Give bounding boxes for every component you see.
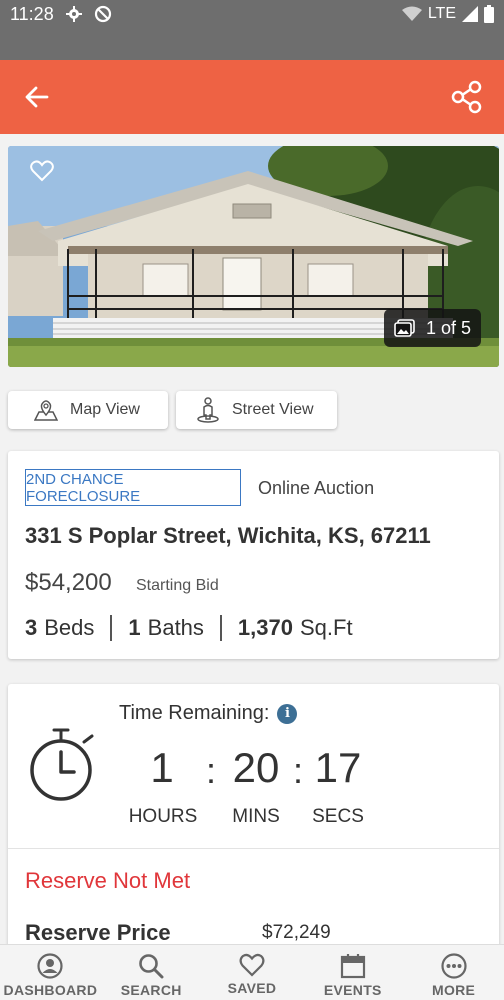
sqft-value: 1,370 bbox=[237, 615, 293, 640]
beds-value: 3 bbox=[25, 615, 38, 640]
dashboard-user-icon bbox=[37, 953, 63, 979]
hours-label: HOURS bbox=[128, 806, 198, 827]
seconds-label: SECS bbox=[312, 806, 364, 827]
nav-saved-label: SAVED bbox=[227, 980, 277, 996]
auction-type: Online Auction bbox=[258, 478, 375, 498]
hours-value: 1 bbox=[150, 744, 174, 791]
timer-divider bbox=[8, 848, 499, 849]
share-icon bbox=[451, 80, 482, 114]
heart-icon bbox=[30, 160, 54, 182]
heart-outline-icon bbox=[239, 953, 265, 977]
share-button[interactable] bbox=[450, 80, 484, 114]
gallery-icon bbox=[394, 319, 415, 337]
minutes-value: 20 bbox=[232, 744, 280, 791]
bottom-navigation: DASHBOARD SEARCH SAVED EVENTS MORE bbox=[0, 944, 504, 1000]
starting-bid-label: Starting Bid bbox=[136, 577, 219, 594]
street-view-button[interactable]: Street View bbox=[176, 391, 337, 429]
network-label: LTE bbox=[427, 5, 456, 22]
favorite-button[interactable] bbox=[30, 160, 56, 186]
starting-bid-price: $54,200 bbox=[25, 569, 112, 596]
photo-count-badge[interactable]: 1 of 5 bbox=[383, 309, 481, 347]
settings-gear-icon bbox=[65, 6, 82, 22]
battery-icon bbox=[484, 5, 494, 23]
auction-timer-card: Time Remaining: i 1 : 20 : 17 HOURS MINS… bbox=[8, 684, 499, 984]
time-separator: : bbox=[206, 750, 217, 791]
signal-icon bbox=[462, 6, 478, 22]
nav-dashboard[interactable]: DASHBOARD bbox=[0, 945, 101, 1000]
more-dots-icon bbox=[440, 953, 467, 979]
nav-dashboard-label: DASHBOARD bbox=[3, 982, 98, 998]
map-view-button[interactable]: Map View bbox=[8, 391, 168, 429]
nav-more-label: MORE bbox=[431, 982, 476, 998]
reserve-price-label: Reserve Price bbox=[25, 920, 171, 945]
seconds-value: 17 bbox=[314, 744, 362, 791]
status-time: 11:28 bbox=[10, 3, 54, 24]
baths-label: Baths bbox=[147, 615, 204, 640]
street-view-label: Street View bbox=[232, 401, 314, 418]
listing-info-card: 2ND CHANCE FORECLOSURE Online Auction 33… bbox=[8, 451, 499, 659]
minutes-label: MINS bbox=[232, 806, 280, 827]
nav-search[interactable]: SEARCH bbox=[101, 945, 202, 1000]
time-separator: : bbox=[293, 750, 304, 791]
search-icon bbox=[139, 954, 164, 979]
property-specs: 3 Beds 1 Baths 1,370 Sq.Ft bbox=[25, 615, 353, 641]
wifi-icon bbox=[401, 6, 422, 21]
street-view-person-icon bbox=[197, 397, 219, 423]
status-bar-extension bbox=[0, 28, 504, 60]
auction-category-badge: 2ND CHANCE FORECLOSURE bbox=[25, 469, 241, 506]
spec-divider bbox=[219, 615, 222, 641]
calendar-icon bbox=[340, 954, 365, 979]
arrow-left-icon bbox=[25, 86, 49, 108]
nav-events[interactable]: EVENTS bbox=[302, 945, 403, 1000]
nav-more[interactable]: MORE bbox=[403, 945, 504, 1000]
property-photo[interactable]: 1 of 5 bbox=[8, 146, 499, 367]
spec-divider bbox=[110, 615, 113, 641]
nav-search-label: SEARCH bbox=[120, 982, 182, 998]
info-icon[interactable]: i bbox=[277, 703, 298, 724]
map-view-label: Map View bbox=[70, 401, 140, 418]
photo-count-label: 1 of 5 bbox=[425, 317, 471, 338]
beds-label: Beds bbox=[44, 615, 95, 640]
baths-value: 1 bbox=[128, 615, 141, 640]
app-header bbox=[0, 60, 504, 134]
time-remaining-label: Time Remaining: i bbox=[119, 702, 298, 725]
map-icon bbox=[34, 400, 58, 421]
sync-disabled-icon bbox=[94, 5, 111, 23]
nav-saved[interactable]: SAVED bbox=[202, 945, 303, 1000]
reserve-price-value: $72,249 bbox=[262, 922, 331, 943]
nav-events-label: EVENTS bbox=[323, 982, 382, 998]
property-address: 331 S Poplar Street, Wichita, KS, 67211 bbox=[25, 523, 431, 548]
status-bar: 11:28 LTE bbox=[0, 0, 504, 28]
stopwatch-icon bbox=[30, 728, 94, 801]
reserve-status: Reserve Not Met bbox=[25, 868, 191, 893]
back-button[interactable] bbox=[20, 80, 54, 114]
time-remaining-text: Time Remaining: bbox=[119, 702, 270, 724]
sqft-label: Sq.Ft bbox=[299, 615, 353, 640]
